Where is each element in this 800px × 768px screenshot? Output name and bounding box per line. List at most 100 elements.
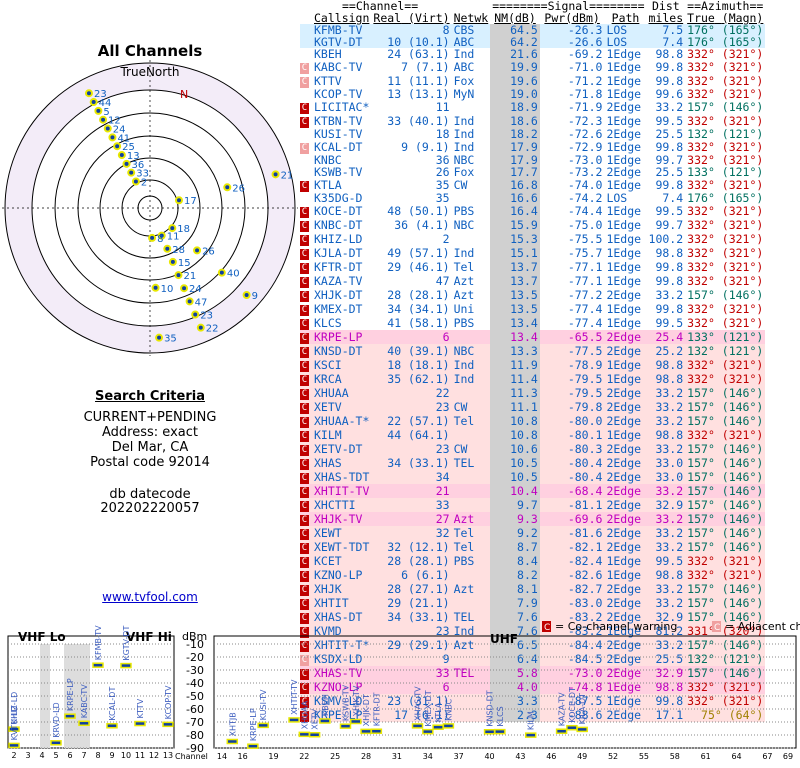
station-label: 17 — [184, 196, 197, 207]
cell-callsign: KCAL-DT — [314, 140, 363, 154]
cell-power: -77.1 — [567, 274, 603, 288]
site-link[interactable]: www.tvfool.com — [0, 590, 300, 604]
cell-miles: 33.2 — [655, 400, 684, 414]
cell-flag-icon: C — [300, 140, 312, 154]
warning-icon: C — [300, 487, 309, 498]
cell-path: 1Edge — [606, 114, 642, 128]
cell-miles: 98.8 — [655, 372, 684, 386]
cell-real-virt: 24 (63.1) — [387, 47, 450, 61]
cell-miles: 99.8 — [655, 74, 684, 88]
polar-plot: TrueNorthN172621182640911281521244723228… — [2, 60, 298, 356]
cell-network — [452, 596, 491, 610]
cell-network — [452, 100, 491, 114]
cell-path: 2Edge — [606, 165, 642, 179]
warning-icon: C — [300, 585, 309, 596]
table-row: C KRPE-LP 6 13.4 -65.5 2Edge 25.4 133° (121°) — [300, 330, 766, 344]
bar-label: KJLA-DT — [578, 693, 587, 725]
cell-power: -80.4 — [567, 470, 603, 484]
station-point — [217, 268, 226, 277]
cell-azimuth: 157° (146°) — [687, 582, 764, 596]
cell-real-virt: 35 (62.1) — [387, 372, 450, 386]
cell-azimuth: 332° (321°) — [687, 554, 764, 568]
cell-network — [452, 192, 491, 204]
cell-callsign: XHJK-TV — [314, 512, 363, 526]
cell-callsign: XHAS — [314, 456, 342, 470]
table-row: KCOP-TV 13 (13.1) MyN 19.0 -71.8 1Edge 99.6 332… — [300, 88, 766, 100]
signal-bar — [308, 731, 321, 738]
cell-flag-icon: C — [300, 246, 312, 260]
x-tick-label: 25 — [330, 752, 340, 761]
cell-noise-margin: 17.9 — [490, 140, 540, 154]
cell-network: Tel — [453, 260, 475, 274]
cell-power: -82.6 — [567, 568, 603, 582]
cell-power: -81.6 — [567, 526, 603, 540]
cell-callsign: KCET — [314, 554, 342, 568]
station-label: 15 — [178, 258, 191, 269]
cell-path: 2Edge — [606, 456, 642, 470]
cell-flag-icon: C — [300, 386, 312, 400]
table-row: C KCAL-DT 9 (9.1) Ind 17.9 -72.9 1Edge 99.8 332°… — [300, 140, 766, 154]
cell-power: -75.7 — [567, 246, 603, 260]
cell-path: 1Edge — [606, 358, 642, 372]
cell-miles: 33.2 — [655, 386, 684, 400]
cell-callsign: KHIZ-LD — [314, 232, 363, 246]
cell-flag-icon — [300, 36, 312, 48]
cell-azimuth: 157° (146°) — [687, 512, 764, 526]
table-row: C KCET 28 (28.1) PBS 8.4 -82.4 1Edge 99.5 332° (… — [300, 554, 766, 568]
cell-power: -72.9 — [567, 140, 603, 154]
bar-label: KAZA-TV — [558, 692, 567, 726]
cell-network: Ind — [453, 358, 475, 372]
signal-bar-charts: C = Co-channel warning C = Adjacent channel… — [7, 620, 800, 761]
cell-path: 2Edge — [606, 582, 642, 596]
cell-flag-icon: C — [300, 74, 312, 88]
cell-miles: 25.4 — [655, 330, 684, 344]
cell-network — [452, 568, 491, 582]
cell-power: -77.2 — [567, 288, 603, 302]
cell-network: PBS — [453, 204, 475, 218]
cell-real-virt: 47 — [435, 274, 450, 288]
signal-bar — [120, 662, 132, 669]
table-row: C XHUAA 22 11.3 -79.5 2Edge 33.2 157° (146°) — [300, 386, 766, 400]
cell-flag-icon: C — [300, 60, 312, 74]
magnetic-north-label: N — [180, 88, 188, 101]
cell-network: Uni — [453, 302, 475, 316]
cell-real-virt: 33 (40.1) — [387, 114, 450, 128]
cell-power: -77.4 — [567, 316, 603, 330]
signal-bar — [8, 742, 20, 749]
cell-azimuth: 157° (146°) — [687, 526, 764, 540]
cell-real-virt: 28 (28.1) — [387, 554, 450, 568]
cell-path: 1Edge — [606, 60, 642, 74]
station-point — [84, 89, 93, 98]
x-tick-label: 3 — [25, 751, 30, 760]
cell-power: -78.9 — [567, 358, 603, 372]
cell-network: CW — [453, 442, 468, 456]
cell-noise-margin: 11.1 — [490, 400, 540, 414]
signal-bar — [339, 723, 352, 729]
cell-power: -73.2 — [567, 165, 603, 179]
cell-path: 1Edge — [606, 178, 642, 192]
x-tick-label: 9 — [109, 751, 114, 760]
cell-power: -82.1 — [567, 540, 603, 554]
search-line: Del Mar, CA — [111, 440, 189, 455]
cell-callsign: XETV — [314, 400, 342, 414]
warning-icon: C — [300, 77, 309, 88]
signal-bar — [422, 728, 434, 735]
cell-noise-margin: 7.9 — [490, 596, 540, 610]
cell-azimuth: 332° (321°) — [687, 372, 764, 386]
warning-icon: C — [300, 389, 309, 400]
cell-noise-margin: 13.7 — [490, 260, 540, 274]
cell-callsign: KSCI — [314, 358, 342, 372]
cell-noise-margin: 13.4 — [490, 330, 540, 344]
x-tick-label: 8 — [95, 751, 100, 760]
cell-azimuth: 332° (321°) — [687, 218, 764, 232]
cell-callsign: KSWB-TV — [314, 165, 363, 179]
cell-miles: 99.5 — [655, 114, 684, 128]
signal-bar — [288, 717, 300, 723]
cell-miles: 33.2 — [655, 540, 684, 554]
cell-callsign: XHJK — [314, 582, 342, 596]
cell-azimuth: 332° (321°) — [687, 246, 764, 260]
cell-azimuth: 133° (121°) — [687, 330, 764, 344]
cell-miles: 33.2 — [655, 100, 684, 114]
station-point — [174, 271, 183, 280]
signal-bar — [555, 728, 568, 734]
